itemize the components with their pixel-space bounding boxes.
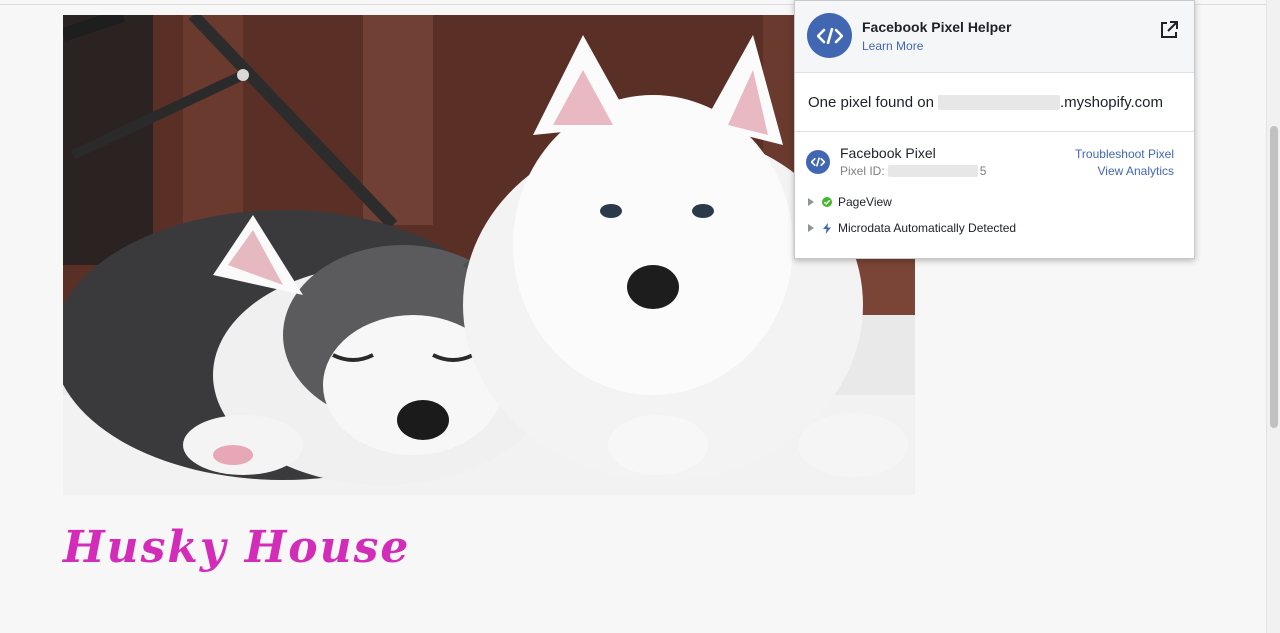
redacted-domain [937, 94, 1060, 110]
event-row-pageview[interactable]: PageView [808, 195, 892, 209]
pixel-entry: Facebook Pixel Pixel ID: 5 Troubleshoot … [795, 132, 1194, 258]
expand-caret-icon[interactable] [808, 198, 814, 206]
pixel-id-label: Pixel ID: [840, 164, 885, 178]
store-title: Husky House [63, 522, 411, 573]
found-domain: .myshopify.com [1059, 93, 1164, 111]
expand-caret-icon[interactable] [808, 224, 814, 232]
scrollbar-thumb[interactable] [1270, 126, 1278, 428]
open-external-icon[interactable] [1159, 20, 1179, 40]
event-label: PageView [838, 195, 892, 209]
popup-title: Facebook Pixel Helper [862, 19, 1012, 35]
check-circle-icon [822, 197, 832, 207]
pixel-code-icon [806, 150, 830, 174]
hero-image [63, 15, 915, 495]
pixel-name: Facebook Pixel [840, 145, 936, 161]
lightning-icon [822, 222, 832, 234]
troubleshoot-pixel-link[interactable]: Troubleshoot Pixel [1075, 147, 1174, 161]
event-row-microdata[interactable]: Microdata Automatically Detected [808, 221, 1016, 235]
pixels-found-summary: One pixel found on .myshopify.com [795, 73, 1194, 132]
found-prefix: One pixel found on [808, 93, 934, 111]
event-label: Microdata Automatically Detected [838, 221, 1017, 235]
pixel-id-suffix: 5 [979, 164, 987, 178]
popup-header: Facebook Pixel Helper Learn More [795, 1, 1194, 73]
pixel-helper-popup: Facebook Pixel Helper Learn More One pix… [794, 0, 1195, 259]
learn-more-link[interactable]: Learn More [862, 39, 923, 53]
pixel-helper-logo-icon [807, 13, 852, 58]
pixel-id: Pixel ID: 5 [840, 164, 986, 178]
redacted-pixel-id [887, 165, 978, 177]
view-analytics-link[interactable]: View Analytics [1098, 164, 1174, 178]
page-scrollbar[interactable] [1266, 0, 1280, 633]
